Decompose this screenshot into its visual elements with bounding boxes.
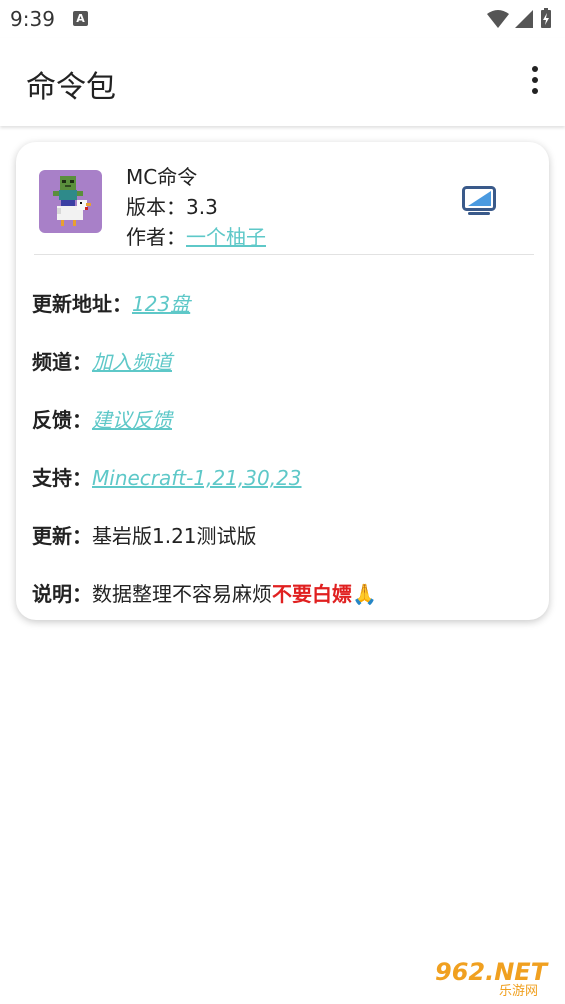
update-url-link[interactable]: 123盘 [132, 292, 190, 316]
description-row: 说明：数据整理不容易麻烦不要白嫖🙏 [32, 578, 377, 607]
channel-link[interactable]: 加入频道 [92, 350, 172, 374]
feedback-label: 反馈： [32, 408, 92, 432]
watermark: 962.NET 乐游网 [431, 954, 559, 999]
update-value: 基岩版1.21测试版 [92, 524, 257, 548]
pray-icon: 🙏 [352, 582, 377, 606]
watermark-text: 962.NET [435, 958, 549, 986]
description-text: 数据整理不容易麻烦 [92, 582, 272, 606]
update-row: 更新：基岩版1.21测试版 [32, 520, 257, 549]
author-line: 作者：一个柚子 [126, 221, 266, 250]
package-name: MC命令 [126, 165, 198, 189]
author-label: 作者： [126, 225, 186, 249]
update-url-label: 更新地址： [32, 292, 132, 316]
screen-icon[interactable] [462, 186, 496, 216]
status-time: 9:39 [10, 7, 55, 31]
wifi-icon [487, 10, 509, 28]
page-title: 命令包 [26, 70, 116, 105]
support-label: 支持： [32, 466, 92, 490]
battery-icon [541, 8, 551, 28]
update-label: 更新： [32, 524, 92, 548]
more-vert-icon[interactable] [527, 66, 543, 98]
author-link[interactable]: 一个柚子 [186, 225, 266, 249]
app-icon [39, 170, 102, 233]
package-card: MC命令 版本：3.3 作者：一个柚子 更新地址：123盘 频道：加入频道 反馈… [16, 142, 549, 620]
description-label: 说明： [32, 582, 92, 606]
watermark-sub: 乐游网 [499, 984, 538, 998]
divider [34, 254, 534, 255]
notification-icon: A [73, 11, 88, 26]
app-bar: 命令包 [0, 38, 565, 126]
feedback-row: 反馈：建议反馈 [32, 404, 172, 433]
channel-row: 频道：加入频道 [32, 346, 172, 375]
status-icons [485, 8, 555, 34]
version-value: 3.3 [186, 195, 218, 219]
version-label: 版本： [126, 195, 186, 219]
status-bar: 9:39 A [0, 0, 565, 38]
update-url-row: 更新地址：123盘 [32, 288, 190, 317]
zombie-chicken-icon [53, 176, 91, 226]
signal-icon [515, 10, 533, 28]
support-link[interactable]: Minecraft-1,21,30,23 [92, 466, 302, 490]
description-emphasis: 不要白嫖 [272, 582, 352, 606]
version-line: 版本：3.3 [126, 191, 218, 220]
channel-label: 频道： [32, 350, 92, 374]
support-row: 支持：Minecraft-1,21,30,23 [32, 462, 302, 491]
feedback-link[interactable]: 建议反馈 [92, 408, 172, 432]
